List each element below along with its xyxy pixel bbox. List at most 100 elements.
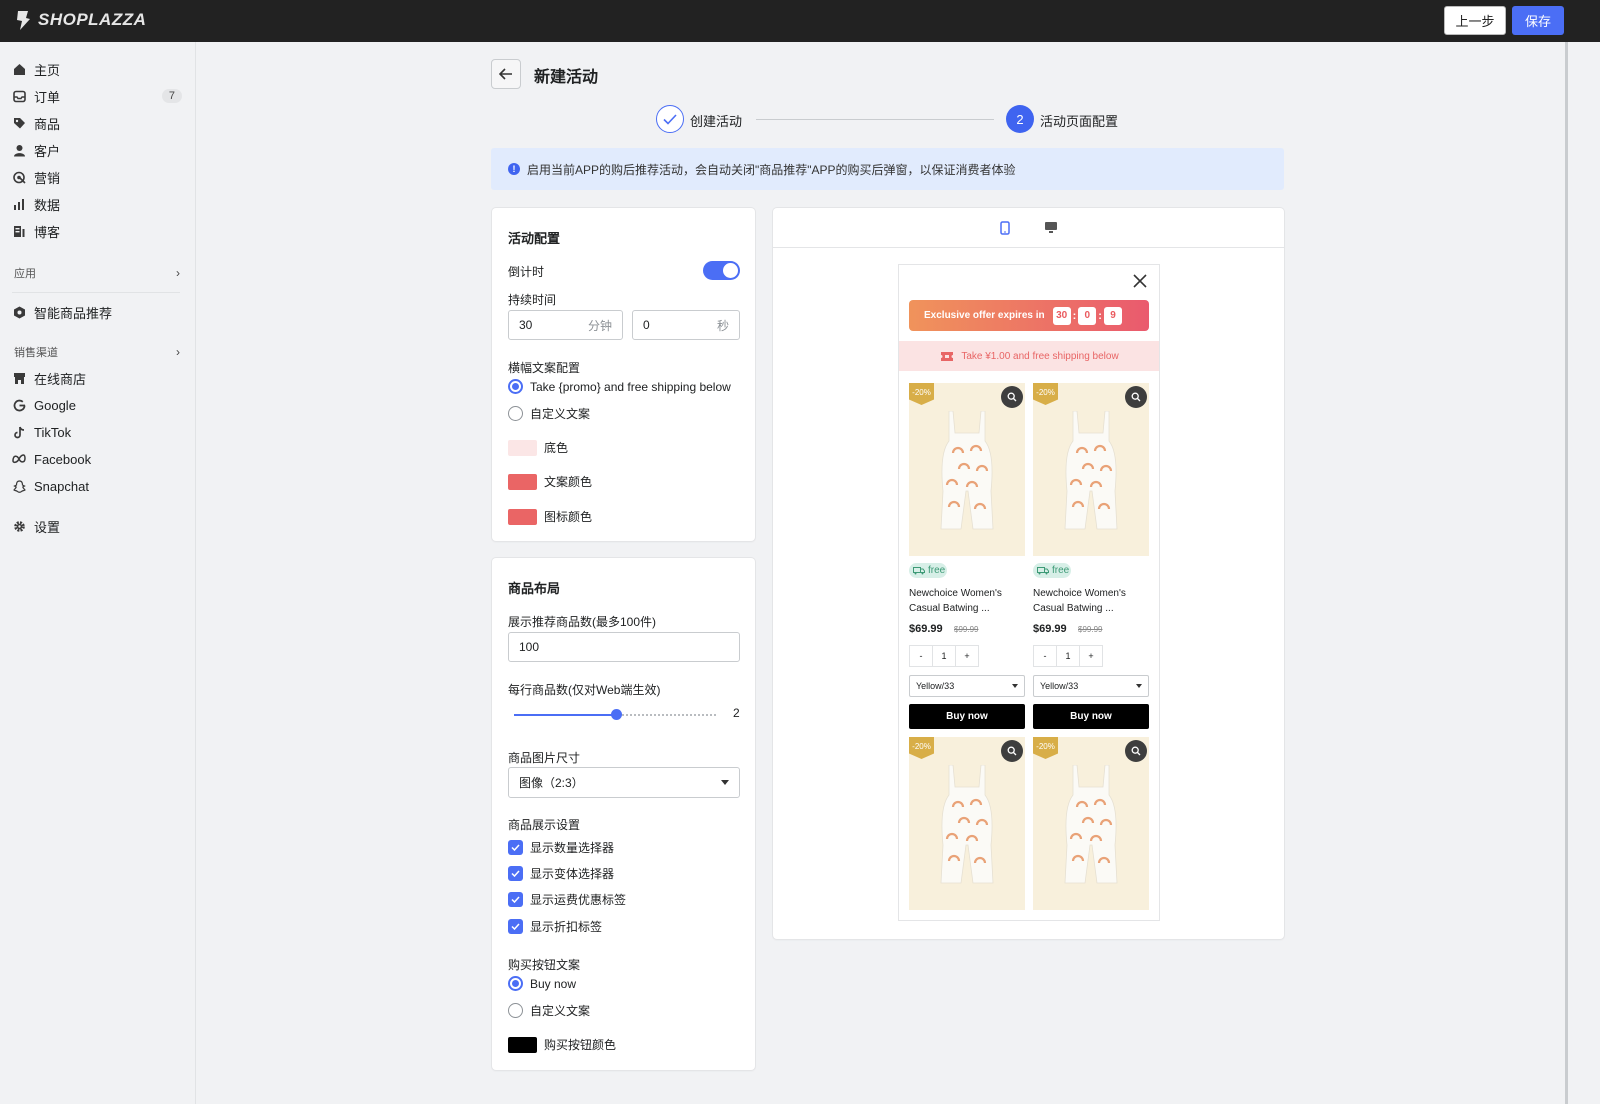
sidebar-item-google[interactable]: Google	[12, 393, 182, 417]
checkbox-label: 显示运费优惠标签	[530, 893, 627, 907]
minutes-value: 30	[519, 318, 533, 332]
bg-color-picker[interactable]: 底色	[508, 439, 568, 456]
product-image[interactable]: -20%	[1033, 383, 1149, 556]
slider-fill	[514, 714, 616, 716]
bar-chart-icon	[12, 197, 26, 211]
sidebar-item-label: 设置	[34, 519, 61, 535]
buy-button-copy-label: 购买按钮文案	[508, 958, 581, 972]
qty-plus-button[interactable]: +	[1080, 646, 1102, 666]
sidebar-item-settings[interactable]: 设置	[12, 514, 182, 538]
back-button[interactable]	[491, 59, 521, 89]
zoom-icon[interactable]	[1001, 740, 1023, 762]
per-row-slider[interactable]	[514, 709, 718, 720]
slider-track	[622, 714, 718, 716]
sidebar-item-orders[interactable]: 订单 7	[12, 84, 182, 108]
zoom-icon[interactable]	[1001, 386, 1023, 408]
timer-minutes: 30	[1052, 306, 1071, 325]
radio-label: 自定义文案	[530, 1004, 591, 1018]
variant-select[interactable]: Yellow/33	[1033, 675, 1149, 697]
product-image[interactable]: -20%	[909, 383, 1025, 556]
minutes-input[interactable]: 30 分钟	[508, 310, 623, 340]
text-color-swatch[interactable]	[508, 473, 537, 490]
qty-plus-button[interactable]: +	[956, 646, 978, 666]
shoplazza-logo[interactable]: SHOPLAZZA	[14, 9, 146, 31]
checkbox-checked-icon	[508, 892, 523, 907]
sidebar-item-snapchat[interactable]: Snapchat	[12, 474, 182, 498]
sidebar-item-marketing[interactable]: 营销	[12, 165, 182, 189]
icon-color-picker[interactable]: 图标颜色	[508, 508, 592, 525]
sidebar-item-analytics[interactable]: 数据	[12, 192, 182, 216]
chevron-right-icon: ›	[176, 345, 180, 359]
sidebar-item-label: 博客	[34, 224, 61, 240]
text-color-picker[interactable]: 文案颜色	[508, 473, 592, 490]
seconds-value: 0	[643, 318, 650, 332]
orders-count-badge: 7	[161, 89, 182, 103]
sidebar-item-label: 商品	[34, 116, 61, 132]
buy-option-custom[interactable]: 自定义文案	[508, 1002, 590, 1019]
bg-color-swatch[interactable]	[508, 439, 537, 456]
slider-thumb[interactable]	[611, 709, 622, 720]
romper-image	[1064, 765, 1118, 884]
sidebar-item-facebook[interactable]: Facebook	[12, 447, 182, 471]
icon-color-swatch[interactable]	[508, 508, 537, 525]
seconds-input[interactable]: 0 秒	[632, 310, 740, 340]
checkbox-shipping-tag[interactable]: 显示运费优惠标签	[508, 891, 626, 908]
buy-now-button[interactable]: Buy now	[909, 704, 1025, 729]
page-scrollbar[interactable]	[1565, 42, 1568, 1104]
zoom-icon[interactable]	[1125, 740, 1147, 762]
checkbox-discount-tag[interactable]: 显示折扣标签	[508, 918, 602, 935]
shoplazza-logo-icon	[17, 11, 30, 30]
product-card[interactable]: -20%	[909, 737, 1025, 910]
qty-value[interactable]: 1	[1057, 646, 1080, 666]
buy-button-color-picker[interactable]: 购买按钮颜色	[508, 1036, 616, 1053]
zoom-icon[interactable]	[1125, 386, 1147, 408]
sidebar-item-customers[interactable]: 客户	[12, 138, 182, 162]
top-bar: SHOPLAZZA 上一步 保存	[0, 0, 1600, 42]
sidebar-item-smart-recommend[interactable]: 智能商品推荐	[12, 300, 182, 324]
sidebar-item-home[interactable]: 主页	[12, 57, 182, 81]
product-layout-card: 商品布局 展示推荐商品数(最多100件) 100 每行商品数(仅对Web端生效)…	[492, 558, 755, 1070]
banner-option-default[interactable]: Take {promo} and free shipping below	[508, 379, 731, 394]
buy-option-default[interactable]: Buy now	[508, 976, 576, 991]
checkbox-checked-icon	[508, 866, 523, 881]
per-row-label: 每行商品数(仅对Web端生效)	[508, 683, 661, 697]
qty-minus-button[interactable]: -	[910, 646, 933, 666]
chevron-right-icon: ›	[176, 266, 180, 280]
buy-button-color-swatch[interactable]	[508, 1036, 537, 1053]
sidebar-item-products[interactable]: 商品	[12, 111, 182, 135]
checkbox-qty-selector[interactable]: 显示数量选择器	[508, 839, 614, 856]
sidebar-item-tiktok[interactable]: TikTok	[12, 420, 182, 444]
sidebar-item-label: TikTok	[34, 424, 72, 440]
product-card[interactable]: -20% free Newchoice Women's Casual Batwing…	[1033, 383, 1149, 729]
sidebar-item-label: 智能商品推荐	[34, 305, 113, 321]
qty-value[interactable]: 1	[933, 646, 956, 666]
product-card[interactable]: -20%	[1033, 737, 1149, 910]
checkbox-variant-selector[interactable]: 显示变体选择器	[508, 865, 614, 882]
desktop-icon[interactable]	[1044, 221, 1058, 234]
product-name[interactable]: Newchoice Women's Casual Batwing ...	[1033, 586, 1149, 616]
buy-now-button[interactable]: Buy now	[1033, 704, 1149, 729]
previous-step-button[interactable]: 上一步	[1444, 6, 1506, 35]
brand-name: SHOPLAZZA	[38, 10, 147, 29]
sidebar-item-label: 数据	[34, 197, 61, 213]
banner-option-custom[interactable]: 自定义文案	[508, 405, 590, 422]
close-icon[interactable]	[1132, 273, 1148, 289]
sidebar-item-blog[interactable]: 博客	[12, 219, 182, 243]
product-count-input[interactable]: 100	[508, 632, 740, 662]
variant-select[interactable]: Yellow/33	[909, 675, 1025, 697]
product-image[interactable]: -20%	[909, 737, 1025, 910]
stepper-connector	[756, 119, 994, 120]
quantity-stepper: -1 +	[909, 645, 979, 667]
apps-section-header[interactable]: 应用 ›	[14, 265, 180, 281]
qty-minus-button[interactable]: -	[1034, 646, 1057, 666]
promo-text: Take ¥1.00 and free shipping below	[961, 350, 1119, 362]
channels-section-header[interactable]: 销售渠道 ›	[14, 344, 180, 360]
product-name[interactable]: Newchoice Women's Casual Batwing ...	[909, 586, 1025, 616]
product-image[interactable]: -20%	[1033, 737, 1149, 910]
sidebar-item-online-store[interactable]: 在线商店	[12, 366, 182, 390]
mobile-icon[interactable]	[1000, 221, 1010, 235]
countdown-toggle[interactable]	[703, 261, 740, 280]
product-card[interactable]: -20% free Newchoice Women's Casual Batwing…	[909, 383, 1025, 729]
save-button[interactable]: 保存	[1512, 6, 1564, 35]
image-size-select[interactable]: 图像（2:3）	[508, 767, 740, 798]
